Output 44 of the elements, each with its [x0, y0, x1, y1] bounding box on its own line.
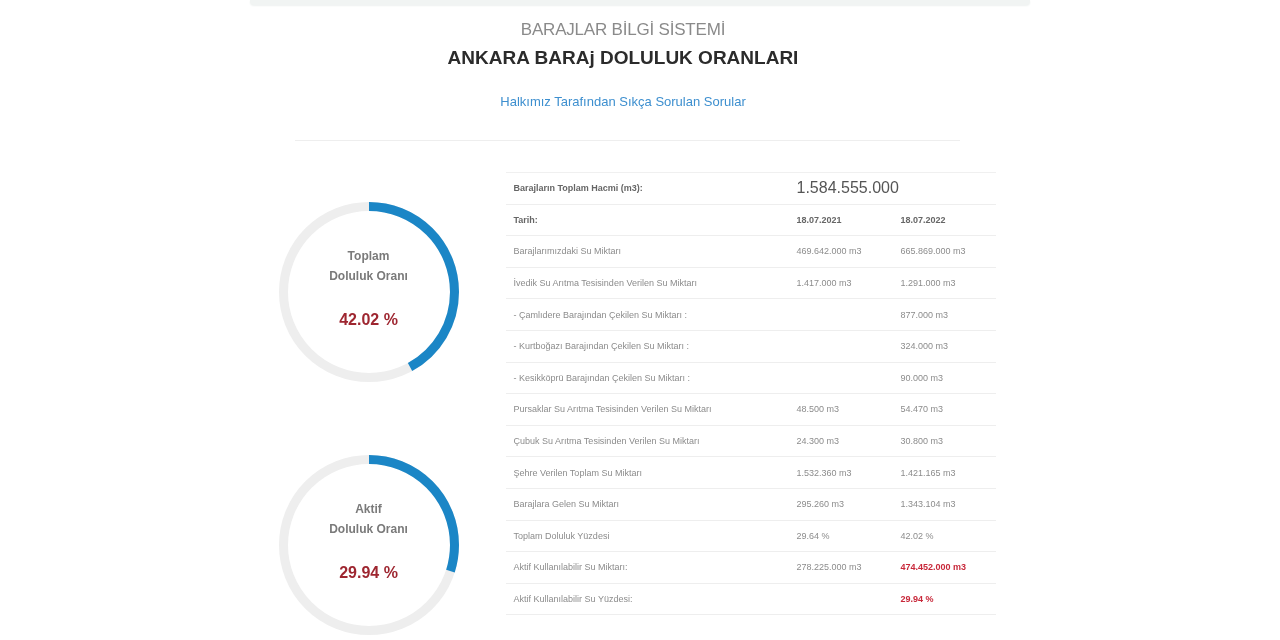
- table-cell-text: Toplam Doluluk Yüzdesi: [512, 530, 611, 541]
- table-cell-text: Çubuk Su Arıtma Tesisinden Verilen Su Miktarı: [512, 436, 701, 447]
- table-cell-text: 1.291.000 m3: [900, 278, 957, 289]
- table-cell-text: 665.869.000 m3: [900, 246, 967, 257]
- table-cell-text: Aktif Kullanılabilir Su Yüzdesi:: [512, 594, 634, 604]
- table-cell-text: Pursaklar Su Arıtma Tesisinden Verilen Su Miktarı: [512, 404, 713, 415]
- table-cell-text: Aktif Kullanılabilir Su Miktarı:: [512, 562, 629, 573]
- table-cell-text: 29.94 %: [900, 594, 935, 604]
- table-cell-text: 1.417.000 m3: [796, 278, 853, 289]
- table-cell-text: 278.225.000 m3: [796, 562, 863, 573]
- table-cell-text: 295.260 m3: [796, 499, 846, 510]
- table-cell-text: Barajlara Gelen Su Miktarı: [512, 499, 621, 510]
- table-cell-text: İvedik Su Arıtma Tesisinden Verilen Su Miktarı: [512, 278, 698, 289]
- table-cell-text: 90.000 m3: [900, 372, 945, 383]
- total-volume-value: 1.584.555.000: [796, 179, 900, 198]
- table-cell-text: 54.470 m3: [900, 404, 945, 415]
- total-volume-label: Barajların Toplam Hacmi (m3):: [512, 183, 644, 194]
- table-cell-text: 48.500 m3: [796, 404, 841, 415]
- table-cell-text: 1.343.104 m3: [900, 499, 957, 510]
- table-cell-text: 29.64 %: [796, 530, 831, 541]
- table-cell-text: 1.421.165 m3: [900, 467, 957, 478]
- gauge-label: Toplam Doluluk Oranı: [329, 248, 408, 285]
- table-cell-text: Barajlarımızdaki Su Miktarı: [512, 246, 623, 257]
- table-cell-text: Şehre Verilen Toplam Su Miktarı: [512, 467, 643, 478]
- column-header: 18.07.2022: [900, 214, 947, 225]
- table-cell-text: 42.02 %: [900, 530, 935, 541]
- table-cell-text: 324.000 m3: [900, 341, 950, 352]
- table-cell-text: 24.300 m3: [796, 436, 841, 447]
- gauge-label: Aktif Doluluk Oranı: [329, 501, 408, 538]
- gauge-value: 29.94 %: [339, 563, 398, 583]
- gauge-value: 42.02 %: [339, 310, 398, 330]
- table-cell-text: - Kurtboğazı Barajından Çekilen Su Miktarı :: [512, 341, 691, 352]
- table-cell-text: - Çamlıdere Barajından Çekilen Su Miktarı :: [512, 309, 689, 320]
- table-cell-text: 469.642.000 m3: [796, 246, 863, 257]
- faq-link[interactable]: Halkımız Tarafından Sıkça Sorulan Sorular: [500, 94, 746, 110]
- system-title: BARAJLAR BİLGİ SİSTEMİ: [520, 20, 726, 40]
- table-cell-text: 877.000 m3: [900, 309, 950, 320]
- table-cell-text: - Kesikköprü Barajından Çekilen Su Miktarı :: [512, 372, 692, 383]
- table-cell-text: 30.800 m3: [900, 436, 945, 447]
- column-header: Tarih:: [512, 214, 539, 225]
- page-title: ANKARA BARAj DOLULUK ORANLARI: [447, 46, 799, 70]
- column-header: 18.07.2021: [796, 214, 843, 225]
- table-cell-text: 1.532.360 m3: [796, 467, 853, 478]
- table-cell-text: 474.452.000 m3: [900, 562, 968, 573]
